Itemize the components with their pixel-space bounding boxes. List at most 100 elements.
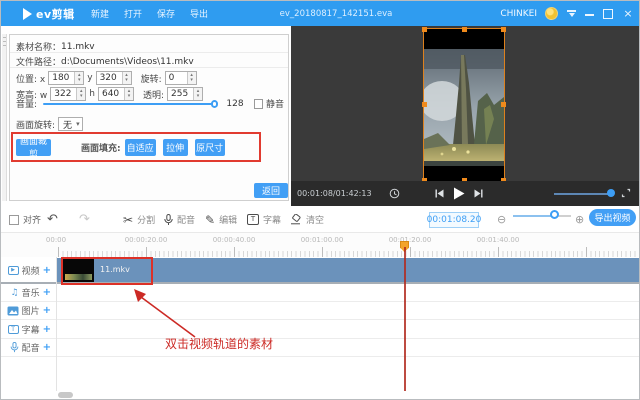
fill-label: 画面填充: — [81, 141, 121, 154]
volume-slider[interactable] — [43, 103, 215, 105]
rotation-label: 画面旋转: — [16, 118, 55, 131]
preview-volume-knob[interactable] — [607, 189, 615, 197]
ruler-label: 00:01:40.00 — [477, 236, 520, 244]
volume-row: 音量: 128 静音 — [16, 97, 284, 110]
titlebar-right: CHINKEI × — [500, 1, 635, 26]
fill-auto-button[interactable]: 自适应 — [125, 139, 156, 156]
export-video-button[interactable]: 导出视频 — [589, 209, 636, 226]
timeline-zoom-knob[interactable] — [550, 210, 559, 219]
panel-splitter[interactable] — [2, 34, 7, 201]
microphone-icon — [164, 214, 173, 226]
add-subtitle-button[interactable]: + — [43, 324, 51, 335]
play-icon[interactable] — [453, 187, 465, 200]
username[interactable]: CHINKEI — [500, 9, 537, 19]
tool-edit[interactable]: ✎ 编辑 — [205, 206, 237, 233]
skin-icon[interactable] — [566, 8, 577, 19]
annotation-text: 双击视频轨道的素材 — [165, 335, 273, 352]
subtitle-t-icon: T — [247, 214, 259, 225]
align-checkbox[interactable] — [9, 215, 19, 225]
pos-y-field[interactable]: 320 ▴▾ — [96, 71, 132, 85]
track-label-dub: 配音 + — [1, 339, 56, 356]
window-title: ev_20180817_142151.eva — [280, 1, 393, 26]
avatar[interactable] — [545, 7, 558, 20]
resize-handle[interactable] — [422, 27, 427, 32]
align-label: 对齐 — [23, 213, 41, 226]
track-label-subtitle: T 字幕 + — [1, 320, 56, 338]
menu-open[interactable]: 打开 — [124, 7, 142, 20]
zoom-in-icon[interactable]: ⊕ — [575, 206, 584, 233]
track-label-text: 音乐 — [22, 286, 40, 299]
replay-icon[interactable] — [389, 188, 400, 199]
track-label-text: 字幕 — [22, 323, 40, 336]
eraser-icon — [290, 214, 302, 225]
menu-new[interactable]: 新建 — [91, 7, 109, 20]
tool-subtitle[interactable]: T 字幕 — [247, 206, 281, 233]
tutorial-highlight-box: 画面裁剪 画面填充: 自适应 拉伸 原尺寸 — [11, 132, 261, 162]
dub-track-icon — [10, 342, 19, 353]
ruler-major-ticks — [56, 247, 640, 257]
rotate-spinner[interactable]: ▴▾ — [187, 72, 196, 84]
tool-dub[interactable]: 配音 — [164, 206, 195, 233]
horizontal-scrollbar[interactable] — [58, 392, 73, 398]
menu-export[interactable]: 导出 — [190, 7, 208, 20]
rotation-select[interactable]: 无 ▾ — [58, 117, 83, 131]
preview-video-frame[interactable] — [424, 29, 504, 181]
scissors-icon: ✂ — [123, 213, 133, 227]
track-separator — [1, 356, 640, 357]
track-label-text: 视频 — [22, 264, 40, 277]
pos-y-spinner[interactable]: ▴▾ — [122, 72, 131, 84]
tutorial-clip-highlight — [61, 257, 153, 285]
next-frame-icon[interactable] — [474, 189, 483, 198]
timeline-zoom-slider[interactable] — [513, 215, 571, 217]
add-video-button[interactable]: + — [43, 265, 51, 276]
preview-control-bar: 00:01:08/01:42:13 — [291, 181, 640, 206]
track-label-image: 图片 + — [1, 302, 56, 319]
ruler-label: 00:01:00.00 — [301, 236, 344, 244]
undo-icon[interactable]: ↶ — [47, 206, 58, 233]
add-image-button[interactable]: + — [43, 305, 51, 316]
back-button[interactable]: 返回 — [254, 183, 288, 198]
ruler-label: 00:00:40.00 — [213, 236, 256, 244]
tool-clear[interactable]: 清空 — [290, 206, 324, 233]
resize-handle[interactable] — [462, 27, 467, 32]
resize-handle[interactable] — [501, 27, 506, 32]
add-music-button[interactable]: + — [43, 287, 51, 298]
align-toggle[interactable]: 对齐 — [9, 206, 41, 233]
position-label: 位置: x — [16, 72, 45, 85]
crop-button[interactable]: 画面裁剪 — [16, 139, 51, 156]
close-icon[interactable]: × — [621, 1, 635, 26]
zoom-out-icon[interactable]: ⊖ — [497, 206, 506, 233]
rotate-label: 旋转: — [141, 72, 162, 85]
pos-y-label: y — [87, 73, 92, 83]
pos-x-spinner[interactable]: ▴▾ — [74, 72, 83, 84]
pos-x-field[interactable]: 180 ▴▾ — [48, 71, 84, 85]
current-time-field[interactable]: 00:01:08.20 — [429, 212, 479, 228]
timeline-ruler[interactable]: 00:00 00:00:20.00 00:00:40.00 00:01:00.0… — [1, 233, 640, 257]
fullscreen-icon[interactable] — [621, 188, 631, 198]
pencil-icon: ✎ — [205, 213, 215, 227]
fill-original-button[interactable]: 原尺寸 — [195, 139, 225, 156]
tool-split[interactable]: ✂ 分割 — [123, 206, 155, 233]
tool-edit-label: 编辑 — [219, 213, 237, 226]
volume-slider-knob[interactable] — [211, 100, 219, 108]
resize-handle[interactable] — [422, 102, 427, 107]
video-track-icon: ▶ — [8, 266, 19, 275]
preview-volume-slider[interactable] — [554, 193, 614, 195]
maximize-icon[interactable] — [603, 1, 613, 26]
resize-handle[interactable] — [501, 102, 506, 107]
image-track-icon — [7, 306, 19, 316]
preview-area — [291, 26, 640, 181]
menu-save[interactable]: 保存 — [157, 7, 175, 20]
minimize-icon[interactable] — [585, 1, 595, 26]
separator — [10, 67, 288, 68]
fill-stretch-button[interactable]: 拉伸 — [163, 139, 188, 156]
mute-checkbox[interactable] — [254, 99, 263, 109]
clip-properties-panel: 素材名称： 11.mkv 文件路径： d:\Documents\Videos\1… — [9, 34, 289, 201]
prev-frame-icon[interactable] — [435, 189, 444, 198]
tracks-area: ▶ 视频 + ♫ 音乐 + 图片 + T 字幕 + — [1, 257, 640, 391]
add-dub-button[interactable]: + — [43, 342, 51, 353]
redo-icon[interactable]: ↷ — [79, 206, 90, 233]
rotate-field[interactable]: 0 ▴▾ — [165, 71, 197, 85]
track-separator — [1, 301, 640, 302]
tool-clear-label: 清空 — [306, 213, 324, 226]
